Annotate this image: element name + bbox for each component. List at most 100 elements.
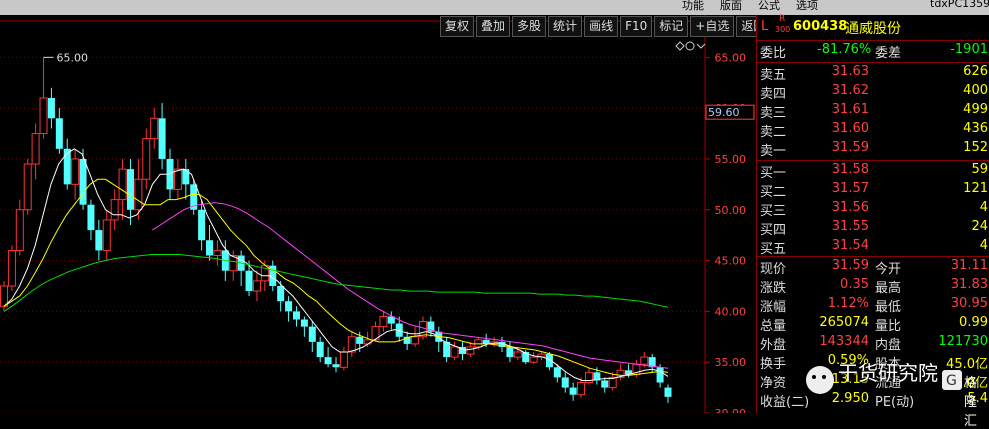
bid-label: 买二 <box>760 185 787 200</box>
bid-price: 31.54 <box>831 238 869 253</box>
watermark-logo: 格隆汇 <box>964 376 978 429</box>
ask-label: 卖三 <box>760 106 787 121</box>
candle-body <box>292 311 300 320</box>
bid-price: 31.56 <box>831 200 869 215</box>
ask-row[interactable]: 卖四 31.62 400 <box>757 83 989 102</box>
candle-body <box>339 351 348 368</box>
ask-volume: 626 <box>963 64 988 79</box>
candle-body <box>277 285 285 302</box>
stat-value: 0.35 <box>840 277 869 292</box>
bid-volume: 59 <box>971 162 988 177</box>
candle-body <box>150 117 159 140</box>
bid-row[interactable]: 买三 31.56 4 <box>757 200 989 219</box>
duogu-button[interactable]: 多股 <box>512 16 547 37</box>
candle-body <box>71 158 80 185</box>
f10-button[interactable]: F10 <box>620 16 653 37</box>
candle-body <box>506 346 514 358</box>
stat-label: 换手 <box>760 357 787 372</box>
bid-label: 买三 <box>760 204 787 219</box>
candle-body <box>102 219 111 251</box>
candle-body <box>379 315 388 328</box>
candle-body <box>63 148 71 185</box>
ask-row[interactable]: 卖一 31.59 152 <box>757 140 989 159</box>
menu-xuanxiang[interactable]: 选项 <box>796 0 818 13</box>
ask-row[interactable]: 卖二 31.60 436 <box>757 121 989 140</box>
menu-gongshi[interactable]: 公式 <box>758 0 780 13</box>
candle-body <box>79 158 87 205</box>
bid-row[interactable]: 买四 31.55 24 <box>757 219 989 238</box>
weibi-row: 委比 -81.76% 委差 -1901 <box>757 42 989 61</box>
candle-body <box>561 377 569 388</box>
candle-body <box>134 178 143 211</box>
menu-gongneng[interactable]: 功能 <box>682 0 704 13</box>
candle-body <box>173 168 182 190</box>
y-tick-label: 30.00 <box>715 407 747 413</box>
ask-price: 31.59 <box>831 140 869 155</box>
bid-volume: 4 <box>979 200 988 215</box>
candle-body <box>347 336 356 353</box>
candle-body <box>324 357 332 365</box>
candle-body <box>142 138 151 180</box>
y-tick-label: 35.00 <box>715 356 747 369</box>
top-menu-bar: 功能 版面 公式 选项 tdxPC1359 <box>0 0 989 15</box>
candle-body <box>206 240 214 256</box>
ask-label: 卖五 <box>760 68 787 83</box>
candle-body <box>47 97 55 119</box>
stat-label-2: 量比 <box>875 319 902 334</box>
stat-row: 涨幅 1.12% 最低 30.95 <box>757 296 989 315</box>
market-tag: L <box>761 19 769 34</box>
candle-body <box>15 209 24 251</box>
menu-banmian[interactable]: 版面 <box>720 0 742 13</box>
candle-body <box>577 382 586 396</box>
candle-body <box>529 356 538 363</box>
divider <box>757 40 989 41</box>
candle-body <box>87 204 95 231</box>
weibi-value: -81.76% <box>817 42 872 57</box>
candle-body <box>513 351 522 358</box>
ask-price: 31.61 <box>831 102 869 117</box>
candle-body <box>640 356 649 365</box>
divider <box>757 256 989 257</box>
ask-volume: 400 <box>963 83 988 98</box>
kline-svg: 30.0035.0040.0045.0050.0055.0060.0065.00… <box>0 15 755 420</box>
stat-value-2: 30.95 <box>950 296 988 311</box>
add-watchlist-button[interactable]: +自选 <box>690 16 735 37</box>
candle-body <box>450 346 459 358</box>
ask-row[interactable]: 卖三 31.61 499 <box>757 102 989 121</box>
kline-chart[interactable]: 30.0035.0040.0045.0050.0055.0060.0065.00… <box>0 15 755 420</box>
candle-body <box>252 280 261 292</box>
biaoji-button[interactable]: 标记 <box>654 16 689 37</box>
ask-price: 31.60 <box>831 121 869 136</box>
weibi-label: 委比 <box>760 46 787 61</box>
candle-body <box>482 339 490 344</box>
huaxian-button[interactable]: 画线 <box>584 16 619 37</box>
high-label: 65.00 <box>57 51 89 64</box>
candle-body <box>664 387 672 397</box>
diejia-button[interactable]: 叠加 <box>476 16 511 37</box>
bid-row[interactable]: 买五 31.54 4 <box>757 238 989 257</box>
ask-price: 31.62 <box>831 83 869 98</box>
terminal-id: tdxPC1359 <box>930 0 989 10</box>
stat-row: 涨跌 0.35 最高 31.83 <box>757 277 989 296</box>
stat-value-2: 31.83 <box>950 277 988 292</box>
candle-body <box>316 341 324 358</box>
bid-price: 31.55 <box>831 219 869 234</box>
stat-label-2: 最低 <box>875 300 902 315</box>
fuquan-button[interactable]: 复权 <box>440 16 475 37</box>
stat-value: 265074 <box>819 315 869 330</box>
tongji-button[interactable]: 统计 <box>548 16 583 37</box>
bid-row[interactable]: 买一 31.58 59 <box>757 162 989 181</box>
ask-volume: 436 <box>963 121 988 136</box>
stock-name: 通威股份 <box>845 21 901 37</box>
stat-label-2: 最高 <box>875 281 902 296</box>
y-tick-label: 55.00 <box>715 153 747 166</box>
y-tick-label: 65.00 <box>715 51 747 64</box>
stock-code: 600438 <box>793 19 848 34</box>
ask-row[interactable]: 卖五 31.63 626 <box>757 64 989 83</box>
bid-row[interactable]: 买二 31.57 121 <box>757 181 989 200</box>
stat-label: 涨幅 <box>760 300 787 315</box>
ask-label: 卖一 <box>760 144 787 159</box>
y-tick-label: 40.00 <box>715 305 747 318</box>
candle-body <box>110 199 119 221</box>
stat-row: 外盘 143344 内盘 121730 <box>757 334 989 353</box>
